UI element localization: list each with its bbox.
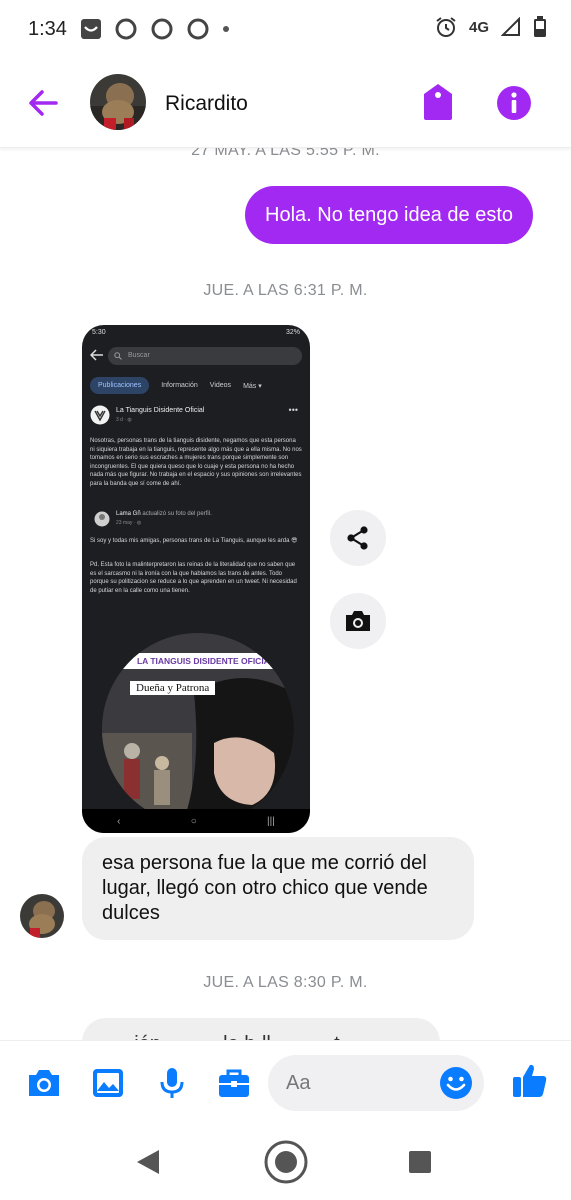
recents-square-icon [409,1151,431,1173]
photo-banner-text: LA TIANGUIS DISIDENTE OFICIAL [118,653,294,669]
circle-notification-icon [115,18,137,40]
camera-icon[interactable] [26,1065,62,1101]
contact-avatar[interactable] [90,74,146,130]
screenshot-battery: 32% [285,329,300,336]
photo-label-text: Dueña y Patrona [130,681,216,695]
screenshot-post-meta: 3 d · ◍ [116,417,132,423]
screenshot-status-bar: 5:30 32% [82,325,310,341]
screenshot-shared-author: Lama Gñ actualizó su foto del perfil. [116,511,212,517]
back-arrow-icon[interactable] [26,86,60,120]
like-icon[interactable] [510,1061,550,1101]
shared-image[interactable]: 5:30 32% Buscar Publicaciones Informació… [82,325,310,833]
status-time: 1:34 [28,18,67,40]
screenshot-shared-text: Pd. Esta foto la malinterpretaron las re… [90,562,297,594]
screenshot-navbar: ‹ ○ ||| [82,809,310,833]
system-icons: 4G [435,16,547,38]
screenshot-home-nav-icon: ○ [190,815,197,827]
search-icon [114,352,122,360]
conversation-header: Ricardito [0,60,571,148]
emoji-icon[interactable] [438,1065,474,1101]
page-logo-icon [90,405,110,425]
screenshot-page-name: La Tianguis Disidente Oficial [116,407,205,414]
timestamp: 27 MAY. A LAS 5:55 P. M. [191,148,380,159]
alarm-icon [436,17,456,37]
incoming-message[interactable]: esa persona fue la que me corrió del lug… [82,837,474,940]
shared-author-avatar [94,511,110,527]
system-navigation-bar [0,1126,571,1200]
dot-icon [223,26,229,32]
home-circle-icon [264,1140,308,1184]
recents-nav-button[interactable] [396,1138,444,1186]
microphone-icon[interactable] [154,1065,190,1101]
back-nav-button[interactable] [124,1138,172,1186]
screenshot-tab: Publicaciones [90,377,150,394]
sender-avatar [20,894,64,938]
tag-icon[interactable] [420,82,456,122]
screenshot-shared-meta: 23 may · ◍ [116,520,142,526]
timestamp: JUE. A LAS 6:31 P. M. [203,282,368,299]
camera-icon [346,611,370,631]
message-input-container[interactable] [268,1055,484,1111]
message-input[interactable] [286,1055,436,1111]
screenshot-tab: Más ▾ [243,382,262,390]
screenshot-tabs: Publicaciones Información Videos Más ▾ [90,377,262,394]
contact-name[interactable]: Ricardito [165,92,248,116]
screenshot-back-icon [90,349,103,361]
message-composer [0,1040,571,1126]
circle-notification-icon [151,18,173,40]
inbox-icon [81,19,101,39]
save-photo-button[interactable] [330,593,386,649]
more-options-icon: ••• [288,405,298,415]
share-button[interactable] [330,510,386,566]
screenshot-search-placeholder: Buscar [128,352,150,359]
notification-icons [80,17,230,41]
message-thread[interactable]: 27 MAY. A LAS 5:55 P. M. Hola. No tengo … [0,148,571,1040]
screenshot-time: 5:30 [92,329,106,336]
screenshot-recents-nav-icon: ||| [267,815,275,827]
circle-notification-icon [187,18,209,40]
battery-icon [534,16,546,37]
home-nav-button[interactable] [262,1138,310,1186]
signal-icon [501,17,520,36]
screenshot-tab: Videos [209,382,232,389]
incoming-message-partial[interactable]: ···· ión ·· ·· ·· lo h·ll ·· ····· t [82,1018,440,1040]
share-icon [347,526,368,550]
outgoing-message[interactable]: Hola. No tengo idea de esto [245,186,533,244]
screenshot-back-nav-icon: ‹ [117,815,121,827]
timestamp: JUE. A LAS 8:30 P. M. [203,974,368,991]
screenshot-tab: Información [161,382,198,389]
status-bar: 1:34 4G [0,0,571,60]
info-icon[interactable] [496,85,532,121]
screenshot-shared-text: Si soy y todas mis amigas, personas tran… [90,538,298,544]
briefcase-icon[interactable] [216,1065,252,1101]
profile-photo: LA TIANGUIS DISIDENTE OFICIAL Dueña y Pa… [102,633,294,825]
screenshot-search: Buscar [108,347,302,365]
gallery-icon[interactable] [90,1065,126,1101]
back-triangle-icon [137,1150,159,1174]
network-label: 4G [468,18,489,36]
screenshot-post-text: Nosotras, personas trans de la tianguis … [90,438,302,487]
